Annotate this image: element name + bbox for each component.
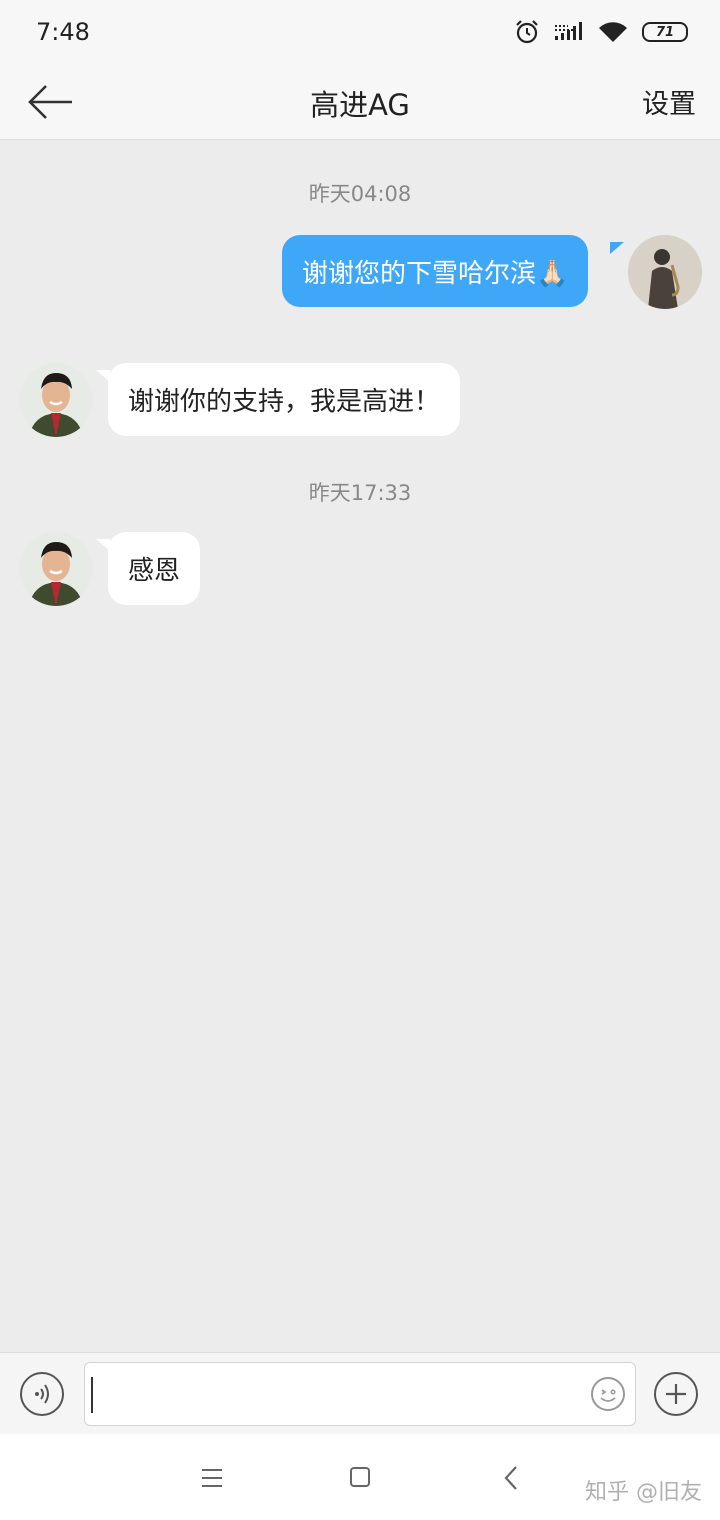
contact-avatar[interactable] (19, 532, 93, 606)
square-home-icon (350, 1467, 370, 1487)
received-message-bubble[interactable]: 谢谢你的支持，我是高进！ (108, 363, 461, 436)
menu-icon (202, 1469, 222, 1487)
sent-bubble-tail (610, 242, 624, 254)
menu-nav-button[interactable] (192, 1460, 232, 1496)
message-timestamp: 昨天04:08 (308, 182, 412, 206)
received-message-bubble[interactable]: 感恩 (108, 532, 201, 605)
sent-message-text: 谢谢您的下雪哈尔滨🙏🏻 (302, 258, 569, 289)
home-nav-button[interactable] (340, 1460, 380, 1496)
settings-button[interactable]: 设置 (642, 82, 696, 121)
back-nav-button[interactable] (492, 1460, 532, 1496)
received-message-text: 感恩 (128, 556, 181, 586)
chat-header: 高进AG 设置 (0, 64, 720, 140)
alarm-icon (516, 20, 538, 44)
signal-icon (555, 22, 582, 40)
message-input[interactable] (84, 1362, 636, 1426)
battery-level: 71 (655, 24, 675, 40)
plus-icon (666, 1384, 686, 1404)
contact-avatar-image (19, 532, 93, 606)
received-message-text: 谢谢你的支持，我是高进！ (128, 387, 441, 417)
my-avatar[interactable] (628, 235, 702, 309)
text-caret (91, 1377, 93, 1413)
message-input-bar (0, 1352, 720, 1434)
contact-avatar-image (19, 363, 93, 437)
status-icons: 71 (514, 19, 688, 45)
message-timestamp: 昨天17:33 (308, 481, 412, 505)
watermark: 知乎 @旧友 (585, 1480, 702, 1505)
status-bar: 7:48 71 (0, 0, 720, 64)
chevron-left-icon (504, 1466, 517, 1490)
voice-icon (35, 1384, 49, 1404)
voice-input-button[interactable] (20, 1372, 64, 1416)
system-nav-bar: 知乎 @旧友 (0, 1434, 720, 1520)
chat-title: 高进AG (310, 88, 410, 122)
contact-avatar[interactable] (19, 363, 93, 437)
smiley-icon (600, 1389, 616, 1402)
wifi-icon (599, 22, 627, 42)
saxophone-player-avatar-image (628, 235, 702, 309)
more-actions-button[interactable] (654, 1372, 698, 1416)
battery-icon: 71 (642, 22, 688, 42)
status-time: 7:48 (36, 18, 90, 46)
emoji-button[interactable] (591, 1377, 625, 1411)
sent-message-bubble[interactable]: 谢谢您的下雪哈尔滨🙏🏻 (282, 235, 589, 307)
